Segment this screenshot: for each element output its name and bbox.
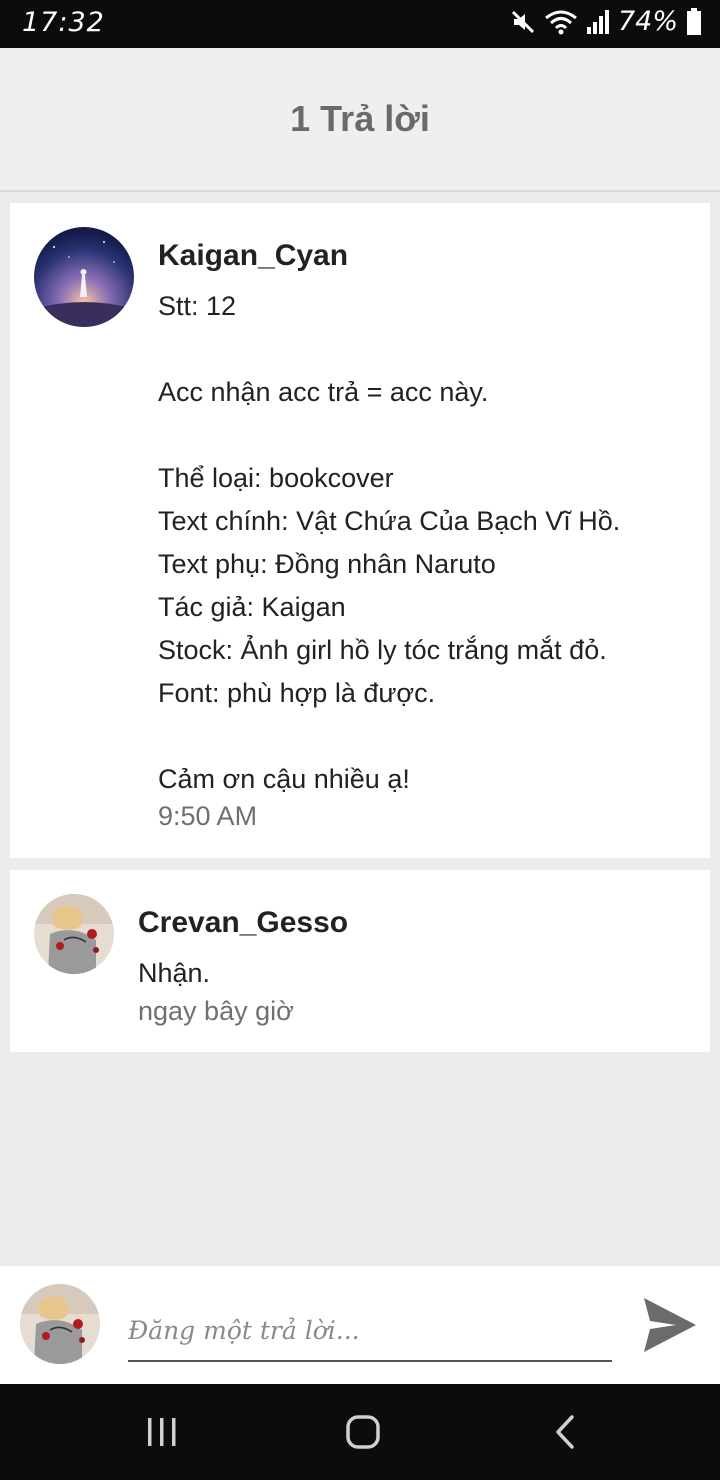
page-title: 1 Trả lời (290, 98, 430, 139)
status-icons: 74% (510, 6, 702, 37)
comment-username[interactable]: Crevan_Gesso (138, 906, 348, 940)
home-button[interactable] (338, 1408, 388, 1456)
status-bar: 17:32 74% (0, 0, 720, 48)
back-icon (556, 1415, 574, 1449)
system-nav-bar (0, 1384, 720, 1480)
comment-text-line: Font: phù hợp là được. (158, 678, 436, 708)
mute-icon (510, 9, 536, 35)
comment-timestamp: 9:50 AM (158, 801, 258, 831)
send-icon (644, 1298, 696, 1352)
comment-text-line: Stock: Ảnh girl hồ ly tóc trắng mắt đỏ. (158, 635, 607, 665)
recent-apps-icon (148, 1418, 176, 1446)
reply-input[interactable] (128, 1292, 612, 1362)
comment-text-line: Stt: 12 (158, 291, 237, 321)
home-icon (346, 1415, 380, 1449)
send-button[interactable] (636, 1294, 702, 1356)
wifi-icon (544, 9, 578, 35)
comment-username[interactable]: Kaigan_Cyan (158, 239, 348, 273)
comment-text-line: Nhận. (138, 958, 211, 988)
comment-text-line: Acc nhận acc trả = acc này. (158, 377, 489, 407)
avatar[interactable] (34, 894, 114, 974)
battery-icon (686, 7, 702, 36)
status-time: 17:32 (22, 7, 105, 38)
comment-text-line: Cảm ơn cậu nhiều ạ! (158, 764, 410, 794)
current-user-avatar (20, 1284, 100, 1364)
comment-text-line: Thể loại: bookcover (158, 463, 394, 493)
avatar[interactable] (34, 227, 134, 327)
battery-percent: 74% (617, 6, 678, 37)
reply-bar (0, 1266, 720, 1384)
comment-text-line: Text phụ: Đồng nhân Naruto (158, 549, 496, 579)
comment-text-line: Text chính: Vật Chứa Của Bạch Vĩ Hồ. (158, 506, 621, 536)
comment-card: Crevan_Gesso Nhận. ngay bây giờ (10, 870, 710, 1052)
comment-text-line: Tác giả: Kaigan (158, 592, 346, 622)
header: 1 Trả lời (0, 48, 720, 192)
comment-card: Kaigan_Cyan Stt: 12 Acc nhận acc trả = a… (10, 203, 710, 858)
signal-icon (586, 9, 610, 35)
comment-timestamp: ngay bây giờ (138, 996, 294, 1026)
back-button[interactable] (540, 1408, 590, 1456)
recent-apps-button[interactable] (137, 1408, 187, 1456)
